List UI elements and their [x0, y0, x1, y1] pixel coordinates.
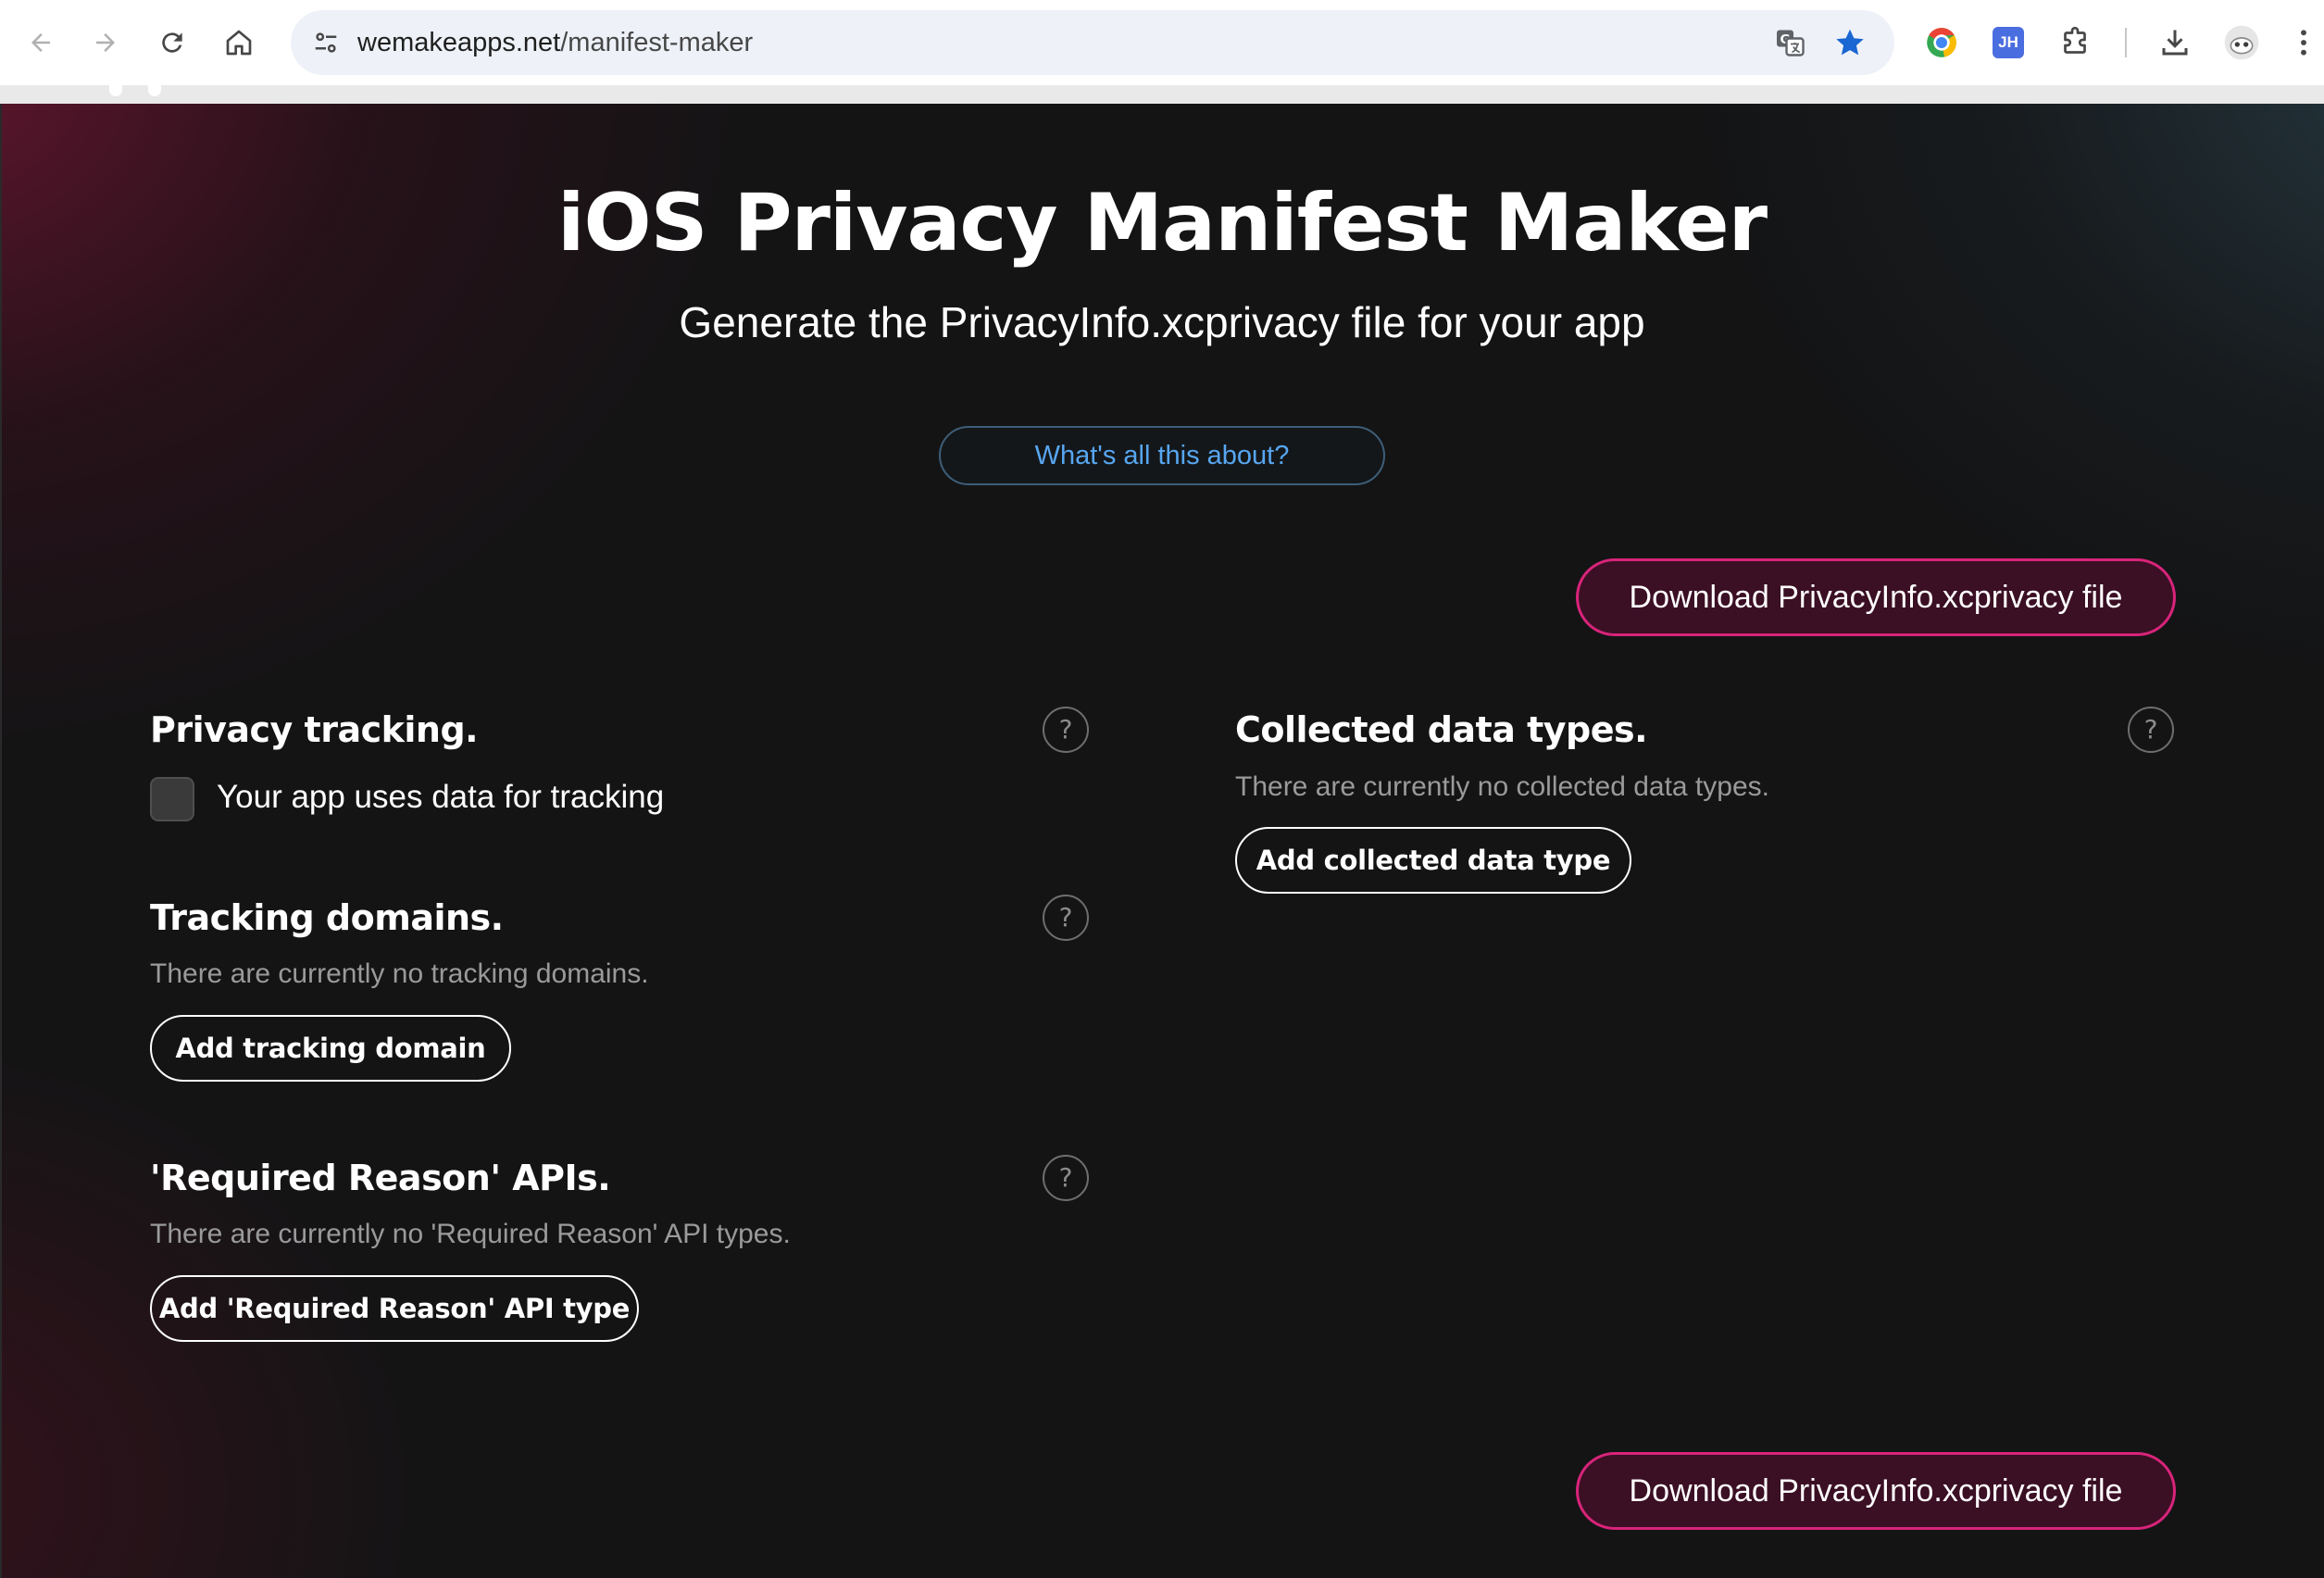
reload-button[interactable]	[148, 19, 196, 67]
tracking-domains-help-icon[interactable]: ?	[1043, 895, 1089, 941]
url-path: /manifest-maker	[560, 28, 754, 57]
toolbar-separator	[2125, 28, 2127, 57]
privacy-tracking-title: Privacy tracking.	[150, 709, 479, 750]
url-text[interactable]: wemakeapps.net/manifest-maker	[357, 10, 753, 75]
required-reason-apis-help-icon[interactable]: ?	[1043, 1155, 1089, 1201]
bookmarks-strip	[0, 85, 2324, 104]
tracking-checkbox[interactable]	[150, 777, 194, 821]
page-content: iOS Privacy Manifest Maker Generate the …	[0, 104, 2324, 1578]
add-required-reason-api-button[interactable]: Add 'Required Reason' API type	[150, 1275, 639, 1342]
privacy-tracking-help-icon[interactable]: ?	[1043, 707, 1089, 753]
about-button[interactable]: What's all this about?	[939, 426, 1385, 485]
translate-icon[interactable]: G	[1770, 22, 1811, 63]
browser-toolbar: wemakeapps.net/manifest-maker G JH	[0, 0, 2324, 85]
tracking-checkbox-label[interactable]: Your app uses data for tracking	[217, 776, 664, 819]
page-subtitle: Generate the PrivacyInfo.xcprivacy file …	[679, 298, 1645, 346]
back-button[interactable]	[17, 19, 65, 67]
arrow-right-icon	[96, 33, 115, 52]
add-collected-data-type-button[interactable]: Add collected data type	[1235, 827, 1631, 894]
add-tracking-domain-button[interactable]: Add tracking domain	[150, 1015, 511, 1082]
home-icon	[226, 30, 252, 56]
strip-marker	[148, 85, 161, 96]
forward-button[interactable]	[81, 19, 130, 67]
arrow-left-icon	[31, 33, 50, 52]
reload-icon	[162, 32, 182, 53]
download-manifest-button-top[interactable]: Download PrivacyInfo.xcprivacy file	[1576, 558, 2176, 636]
collected-data-types-title: Collected data types.	[1235, 709, 1648, 750]
tracking-domains-title: Tracking domains.	[150, 897, 504, 938]
tracking-domains-empty-text: There are currently no tracking domains.	[150, 958, 649, 989]
download-manifest-button-bottom[interactable]: Download PrivacyInfo.xcprivacy file	[1576, 1452, 2176, 1530]
jh-badge: JH	[1993, 27, 2024, 58]
bookmark-star-icon[interactable]	[1830, 22, 1870, 63]
collected-data-types-help-icon[interactable]: ?	[2128, 707, 2174, 753]
collected-data-types-empty-text: There are currently no collected data ty…	[1235, 771, 1769, 802]
required-reason-apis-empty-text: There are currently no 'Required Reason'…	[150, 1219, 791, 1249]
strip-marker	[109, 85, 122, 96]
profile-avatar-icon[interactable]	[2218, 19, 2265, 66]
browser-menu-icon[interactable]	[2285, 19, 2322, 66]
page-title: iOS Privacy Manifest Maker	[557, 177, 1768, 269]
address-bar[interactable]: wemakeapps.net/manifest-maker G	[291, 10, 1894, 75]
site-info-icon[interactable]	[304, 20, 348, 65]
extensions-puzzle-icon[interactable]	[2052, 19, 2098, 66]
chrome-extension-icon[interactable]	[1918, 19, 1965, 66]
jh-extension-icon[interactable]: JH	[1985, 19, 2031, 66]
download-icon[interactable]	[2152, 19, 2198, 66]
home-button[interactable]	[215, 19, 263, 67]
url-domain: wemakeapps.net	[357, 28, 561, 57]
required-reason-apis-title: 'Required Reason' APIs.	[150, 1158, 611, 1198]
